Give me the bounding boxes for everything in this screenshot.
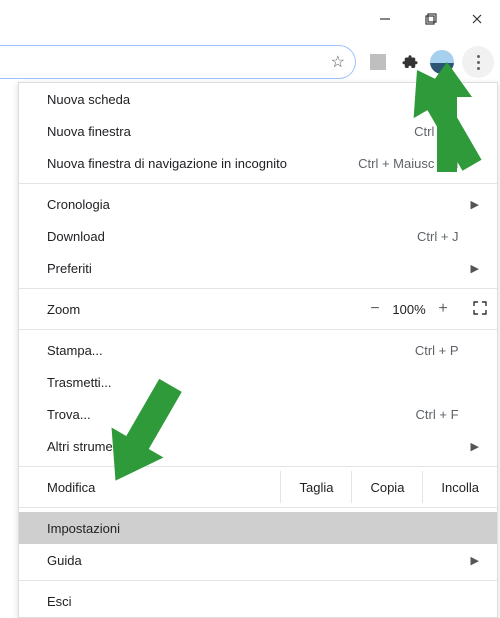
menu-label: Preferiti xyxy=(47,261,379,276)
menu-accelerator: Ctrl + J xyxy=(379,229,459,244)
menu-separator xyxy=(19,507,497,508)
menu-separator xyxy=(19,580,497,581)
menu-label: Impostazioni xyxy=(47,521,379,536)
menu-item-find[interactable]: Trova... Ctrl + F ▶ xyxy=(19,398,497,430)
menu-label: Zoom xyxy=(47,302,361,317)
menu-item-zoom: Zoom − 100% + xyxy=(19,293,497,325)
menu-separator xyxy=(19,288,497,289)
minimize-button[interactable] xyxy=(362,0,408,38)
menu-label: Esci xyxy=(47,594,379,609)
menu-separator xyxy=(19,183,497,184)
zoom-out-button[interactable]: − xyxy=(361,300,389,318)
edit-cut-button[interactable]: Taglia xyxy=(280,471,351,503)
menu-label: Guida xyxy=(47,553,379,568)
edit-paste-button[interactable]: Incolla xyxy=(422,471,497,503)
menu-item-settings[interactable]: Impostazioni ▶ xyxy=(19,512,497,544)
menu-accelerator: Ctrl + T xyxy=(379,92,459,107)
menu-label: Modifica xyxy=(47,480,280,495)
zoom-in-button[interactable]: + xyxy=(429,300,457,318)
menu-item-edit: Modifica Taglia Copia Incolla xyxy=(19,471,497,503)
chevron-right-icon: ▶ xyxy=(471,198,479,211)
menu-separator xyxy=(19,329,497,330)
menu-label: Trasmetti... xyxy=(47,375,379,390)
window-controls xyxy=(362,0,500,38)
menu-accelerator: Ctrl + F xyxy=(379,407,459,422)
extension-square-icon[interactable] xyxy=(366,50,390,74)
maximize-button[interactable] xyxy=(408,0,454,38)
menu-item-cast[interactable]: Trasmetti... ▶ xyxy=(19,366,497,398)
extensions-puzzle-icon[interactable] xyxy=(398,50,422,74)
zoom-value: 100% xyxy=(389,302,429,317)
menu-label: Nuova finestra xyxy=(47,124,379,139)
edit-copy-button[interactable]: Copia xyxy=(351,471,422,503)
menu-item-new-window[interactable]: Nuova finestra Ctrl + N ▶ xyxy=(19,115,497,147)
fullscreen-button[interactable] xyxy=(473,301,487,318)
toolbar-actions xyxy=(366,46,494,78)
chevron-right-icon: ▶ xyxy=(471,554,479,567)
menu-item-new-tab[interactable]: Nuova scheda Ctrl + T ▶ xyxy=(19,83,497,115)
vertical-dots-icon xyxy=(477,55,480,70)
chevron-right-icon: ▶ xyxy=(471,262,479,275)
menu-label: Trova... xyxy=(47,407,379,422)
bookmark-star-icon[interactable]: ☆ xyxy=(331,52,345,72)
menu-label: Cronologia xyxy=(47,197,379,212)
browser-toolbar: ☆ xyxy=(0,42,500,82)
menu-item-downloads[interactable]: Download Ctrl + J ▶ xyxy=(19,220,497,252)
menu-accelerator: Ctrl + P xyxy=(379,343,459,358)
menu-accelerator: Ctrl + Maiusc + N xyxy=(358,156,458,171)
menu-label: Nuova finestra di navigazione in incogni… xyxy=(47,156,358,171)
menu-item-more-tools[interactable]: Altri strumenti ▶ xyxy=(19,430,497,462)
menu-item-new-incognito[interactable]: Nuova finestra di navigazione in incogni… xyxy=(19,147,497,179)
menu-item-help[interactable]: Guida ▶ xyxy=(19,544,497,576)
menu-button[interactable] xyxy=(462,46,494,78)
close-button[interactable] xyxy=(454,0,500,38)
menu-separator xyxy=(19,466,497,467)
menu-item-bookmarks[interactable]: Preferiti ▶ xyxy=(19,252,497,284)
menu-item-print[interactable]: Stampa... Ctrl + P ▶ xyxy=(19,334,497,366)
chevron-right-icon: ▶ xyxy=(471,440,479,453)
menu-label: Stampa... xyxy=(47,343,379,358)
menu-label: Download xyxy=(47,229,379,244)
menu-label: Nuova scheda xyxy=(47,92,379,107)
omnibox[interactable]: ☆ xyxy=(0,45,356,79)
menu-accelerator: Ctrl + N xyxy=(379,124,459,139)
profile-avatar[interactable] xyxy=(430,50,454,74)
menu-label: Altri strumenti xyxy=(47,439,379,454)
menu-item-history[interactable]: Cronologia ▶ xyxy=(19,188,497,220)
chrome-menu: Nuova scheda Ctrl + T ▶ Nuova finestra C… xyxy=(18,82,498,618)
